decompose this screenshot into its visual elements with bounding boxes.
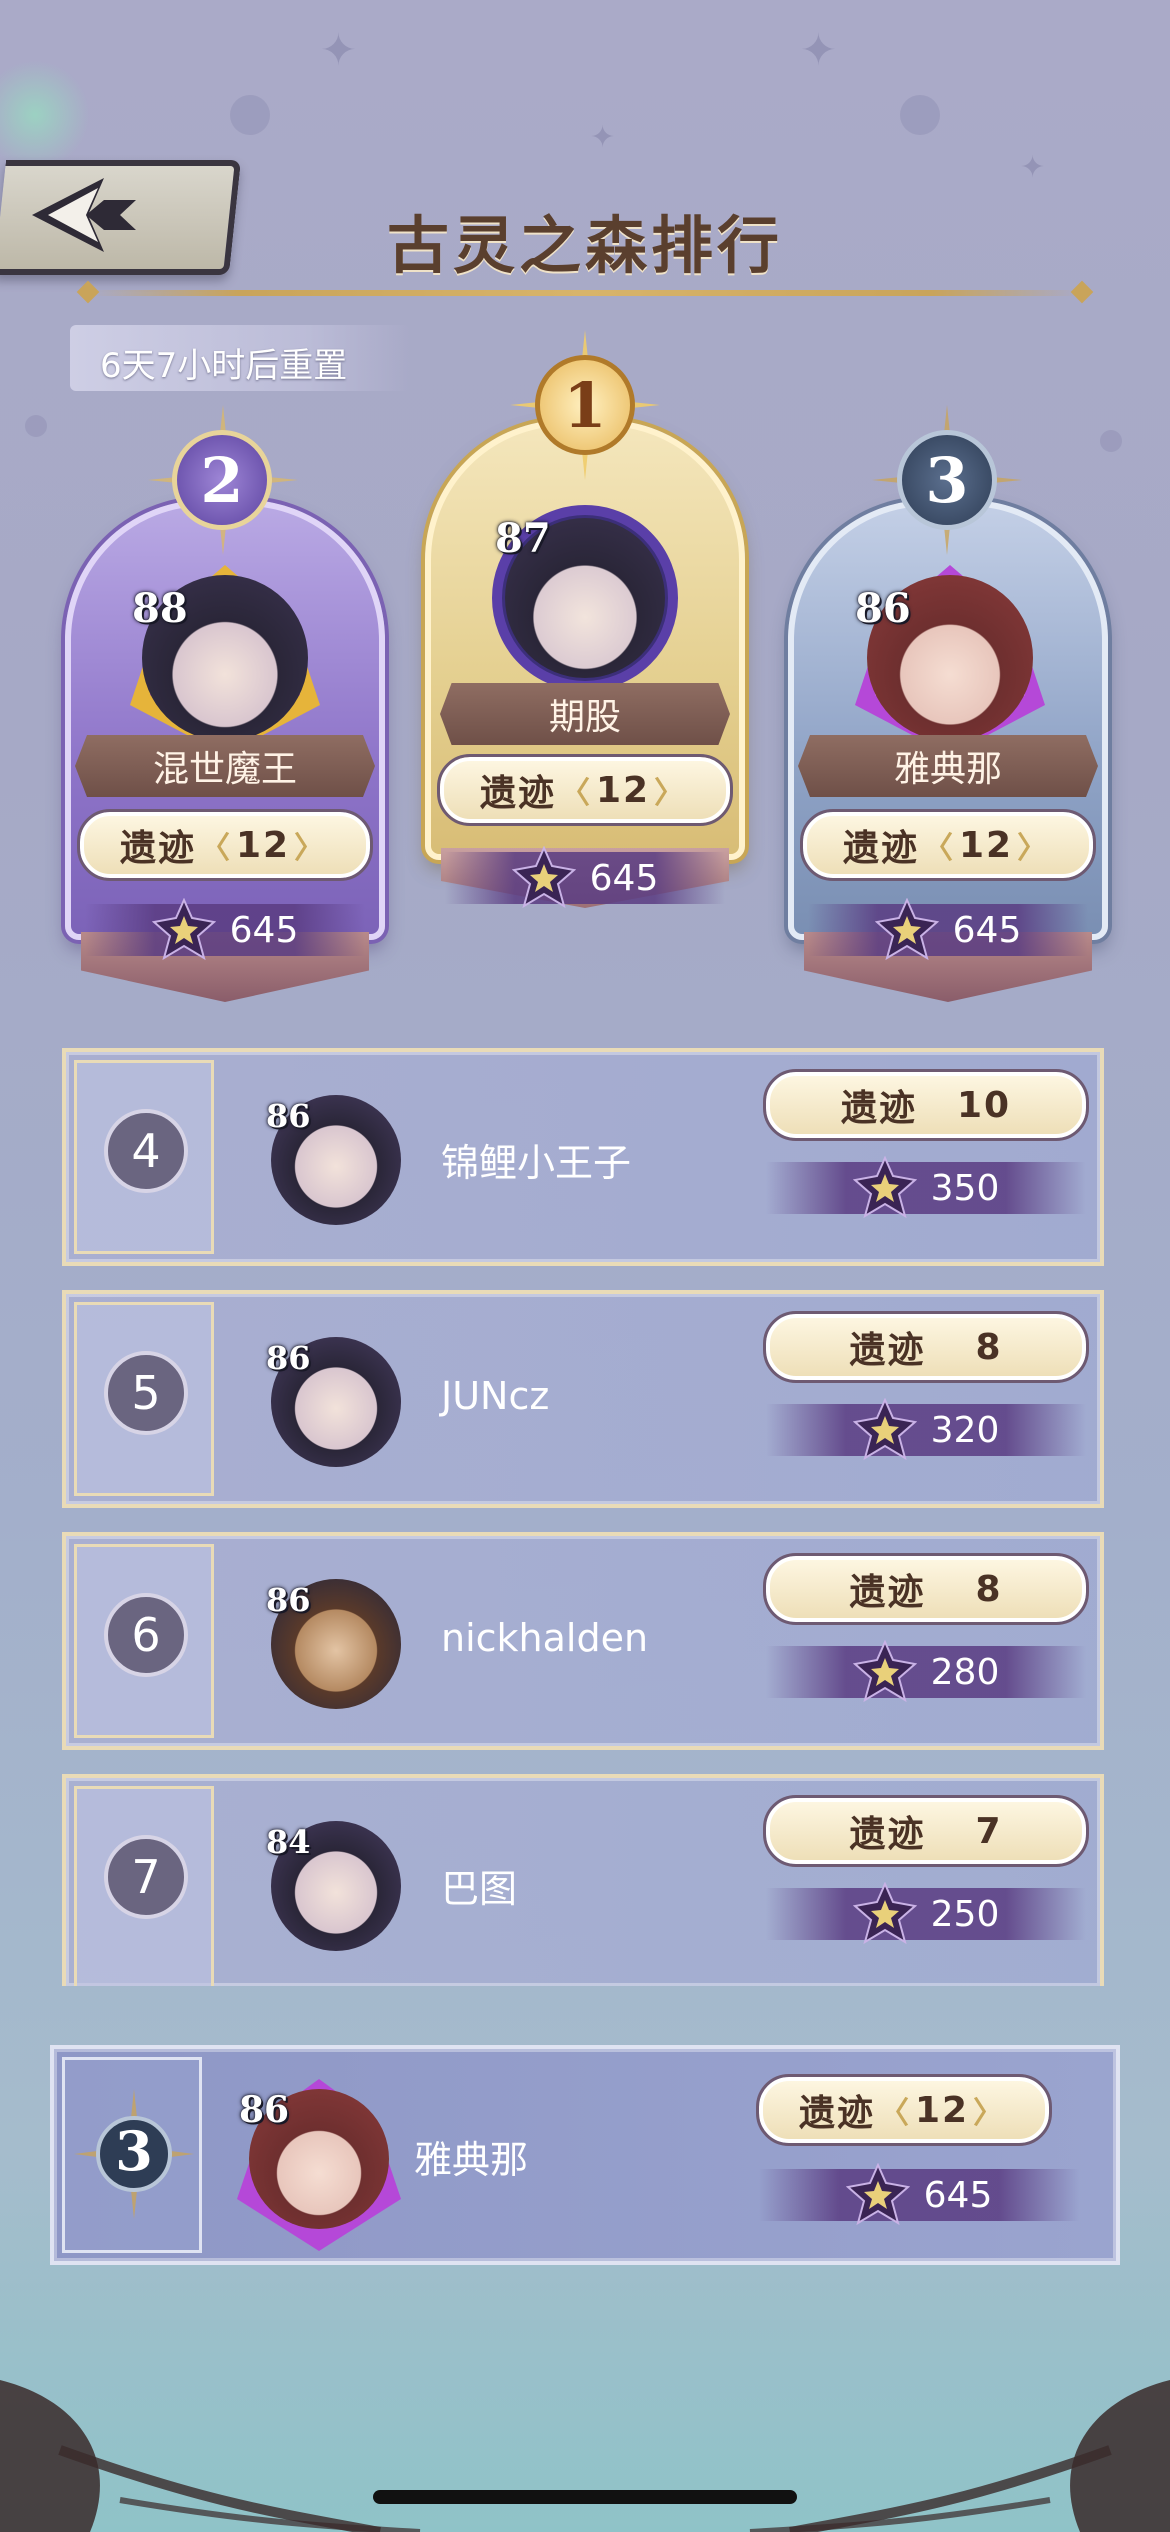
relic-count-plate: 遗迹 10 [763, 1069, 1089, 1141]
list-item-rank-7[interactable]: 7 84 巴图 遗迹 7 250 [62, 1774, 1104, 1986]
rank-number: 4 [104, 1109, 188, 1193]
player-name: JUNcz [441, 1374, 550, 1418]
score-value: 645 [589, 857, 659, 899]
bg-dot [230, 95, 270, 135]
score-row: 645 [759, 2163, 1079, 2226]
relic-label: 遗迹 [479, 773, 556, 814]
reset-timer-text: 6天7小时后重置 [100, 346, 348, 386]
score-row: 350 [766, 1156, 1086, 1219]
score-value: 350 [930, 1167, 1000, 1209]
relic-count-plate: 遗迹 8 [763, 1311, 1089, 1383]
score-value: 645 [229, 909, 299, 951]
rank-number: 6 [104, 1593, 188, 1677]
score-row: 645 [445, 846, 725, 909]
relic-value: 12 [958, 824, 1014, 866]
sparkle-icon: ✦ [320, 25, 357, 76]
star-badge-icon [845, 2163, 910, 2226]
relic-count-plate: 遗迹 〈 12 〉 [437, 754, 733, 826]
player-name: 混世魔王 [75, 735, 375, 797]
score-value: 250 [930, 1893, 1000, 1935]
page-title: 古灵之森排行 [386, 209, 783, 282]
bg-dot [25, 415, 47, 437]
sparkle-icon: ✦ [800, 25, 837, 76]
chevron-right-icon: 〉 [973, 2096, 1006, 2131]
score-value: 645 [923, 2174, 993, 2216]
list-item-rank-6[interactable]: 6 86 nickhalden 遗迹 8 280 [62, 1532, 1104, 1750]
chevron-right-icon: 〉 [1017, 831, 1050, 866]
level-badge: 86 [266, 1097, 311, 1135]
score-row: 280 [766, 1640, 1086, 1703]
chevron-left-icon: 〈 [922, 831, 955, 866]
star-badge-icon [151, 898, 216, 961]
star-badge-icon [852, 1398, 917, 1461]
player-name: 期股 [440, 683, 730, 745]
relic-label: 遗迹 [842, 828, 919, 869]
score-value: 645 [952, 909, 1022, 951]
star-badge-icon [874, 898, 939, 961]
list-item-rank-4[interactable]: 4 86 锦鲤小王子 遗迹 10 350 [62, 1048, 1104, 1266]
score-value: 320 [930, 1409, 1000, 1451]
relic-count-plate: 遗迹 〈 12 〉 [77, 809, 373, 881]
relic-value: 8 [975, 1568, 1003, 1610]
list-item-rank-5[interactable]: 5 86 JUNcz 遗迹 8 320 [62, 1290, 1104, 1508]
relic-label: 遗迹 [849, 1330, 926, 1371]
player-name: 雅典那 [798, 735, 1098, 797]
relic-count-plate: 遗迹 7 [763, 1795, 1089, 1867]
relic-count-plate: 遗迹 〈 12 〉 [800, 809, 1096, 881]
relic-count-plate: 遗迹 〈 12 〉 [756, 2074, 1052, 2146]
self-rank-row[interactable]: 3 86 雅典那 遗迹 〈 12 〉 645 [50, 2045, 1120, 2265]
level-badge: 86 [266, 1581, 311, 1619]
relic-value: 7 [975, 1810, 1003, 1852]
level-badge: 84 [266, 1823, 311, 1861]
star-badge-icon [511, 846, 576, 909]
player-name: 巴图 [441, 1867, 518, 1911]
sparkle-icon: ✦ [1020, 150, 1046, 185]
relic-value: 12 [235, 824, 291, 866]
relic-label: 遗迹 [798, 2093, 875, 2134]
home-indicator[interactable] [373, 2490, 797, 2504]
sparkle-icon: ✦ [590, 120, 616, 155]
score-row: 645 [808, 898, 1088, 961]
score-row: 645 [85, 898, 365, 961]
relic-label: 遗迹 [119, 828, 196, 869]
relic-label: 遗迹 [849, 1572, 926, 1613]
level-badge: 88 [132, 585, 188, 632]
level-badge: 87 [495, 515, 551, 562]
player-name: 雅典那 [414, 2138, 529, 2182]
rank-number: 5 [104, 1351, 188, 1435]
player-name: 锦鲤小王子 [441, 1141, 632, 1185]
chevron-right-icon: 〉 [654, 776, 687, 811]
relic-value: 12 [595, 769, 651, 811]
bg-dot [1100, 430, 1122, 452]
score-value: 280 [930, 1651, 1000, 1693]
level-badge: 86 [239, 2089, 290, 2131]
relic-label: 遗迹 [849, 1814, 926, 1855]
title-divider [90, 290, 1080, 296]
rank-number: 3 [115, 2119, 153, 2183]
relic-count-plate: 遗迹 8 [763, 1553, 1089, 1625]
score-row: 250 [766, 1882, 1086, 1945]
star-badge-icon [852, 1156, 917, 1219]
rank-medal-icon: 3 [897, 430, 997, 530]
corner-glow [0, 60, 90, 170]
relic-value: 10 [956, 1084, 1012, 1126]
relic-value: 12 [914, 2089, 970, 2131]
relic-value: 8 [975, 1326, 1003, 1368]
rank-medal-icon: 1 [535, 355, 635, 455]
bg-dot [900, 95, 940, 135]
chevron-right-icon: 〉 [294, 831, 327, 866]
level-badge: 86 [855, 585, 911, 632]
score-row: 320 [766, 1398, 1086, 1461]
rank-number: 7 [104, 1835, 188, 1919]
star-badge-icon [852, 1882, 917, 1945]
rank-medal-icon: 2 [172, 430, 272, 530]
player-name: nickhalden [441, 1616, 649, 1660]
relic-label: 遗迹 [840, 1088, 917, 1129]
chevron-left-icon: 〈 [878, 2096, 911, 2131]
chevron-left-icon: 〈 [559, 776, 592, 811]
chevron-left-icon: 〈 [199, 831, 232, 866]
star-badge-icon [852, 1640, 917, 1703]
level-badge: 86 [266, 1339, 311, 1377]
